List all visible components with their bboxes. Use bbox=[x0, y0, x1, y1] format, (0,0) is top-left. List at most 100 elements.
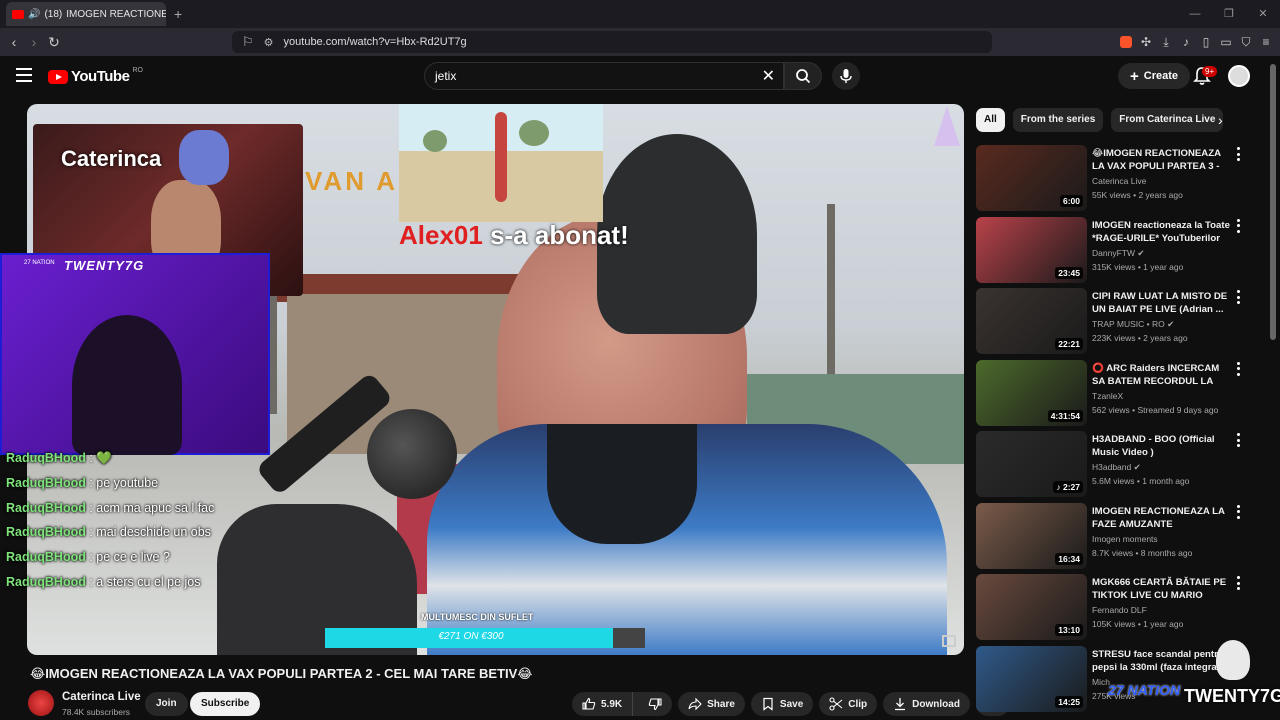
recommended-title[interactable]: H3ADBAND - BOO (Official Music Video ) bbox=[1092, 433, 1230, 459]
wallet-icon[interactable]: ▭ bbox=[1220, 35, 1232, 49]
forward-icon[interactable]: › bbox=[24, 34, 44, 50]
facecam-title: Caterinca bbox=[61, 146, 162, 171]
hamburger-menu-icon[interactable] bbox=[16, 68, 32, 82]
browser-tab[interactable]: 🔊 (18) IMOGEN REACTIONEA ✕ bbox=[6, 2, 166, 26]
donation-goal-title: MULTUMESC DIN SUFLET bbox=[421, 612, 534, 622]
like-button[interactable]: 5.9K bbox=[572, 692, 634, 716]
recommended-channel[interactable]: H3adband ✔ bbox=[1092, 462, 1141, 473]
save-label: Save bbox=[779, 698, 804, 710]
youtube-header: YouTube RO jetix ✕ + Create bbox=[0, 56, 1280, 98]
download-button[interactable]: Download bbox=[883, 692, 970, 716]
video-thumbnail[interactable]: 13:10 bbox=[976, 574, 1087, 640]
stream-chat-overlay: RaduqBHood : 💚 RaduqBHood : pe youtube R… bbox=[6, 451, 306, 600]
more-vertical-icon[interactable] bbox=[1234, 361, 1242, 376]
more-vertical-icon[interactable] bbox=[1234, 290, 1242, 304]
voice-search-button[interactable] bbox=[832, 62, 860, 90]
sidebar-icon[interactable]: ▯ bbox=[1200, 35, 1212, 49]
close-window-icon[interactable]: ✕ bbox=[1246, 0, 1280, 28]
channel-avatar[interactable] bbox=[28, 690, 54, 716]
recommended-title[interactable]: MGK666 CEARTĂ BĂTAIE PE TIKTOK LIVE CU M… bbox=[1092, 576, 1230, 602]
recommended-video[interactable]: ♪ 2:27 H3ADBAND - BOO (Official Music Vid… bbox=[976, 431, 1266, 503]
reload-icon[interactable]: ↻ bbox=[44, 34, 64, 51]
recommended-video[interactable]: 6:00 😂IMOGEN REACTIONEAZA LA VAX POPULI P… bbox=[976, 145, 1266, 217]
streamer-silhouette bbox=[72, 315, 182, 455]
recommended-video[interactable]: 4:31:54 ⭕ ARC Raiders INCERCAM SA BATEM R… bbox=[976, 359, 1266, 432]
recommended-channel[interactable]: Fernando DLF bbox=[1092, 605, 1147, 615]
recommended-video[interactable]: 13:10 MGK666 CEARTĂ BĂTAIE PE TIKTOK LIVE… bbox=[976, 574, 1266, 646]
recommended-video[interactable]: 22:21 CIPI RAW LUAT LA MISTO DE UN BAIAT … bbox=[976, 288, 1266, 360]
browser-tab-bar: 🔊 (18) IMOGEN REACTIONEA ✕ + — ❐ ✕ bbox=[0, 0, 1280, 28]
page-scrollbar[interactable] bbox=[1270, 64, 1276, 340]
recommended-channel[interactable]: Caterinca Live bbox=[1092, 176, 1146, 186]
recommended-title[interactable]: ⭕ ARC Raiders INCERCAM SA BATEM RECORDUL… bbox=[1092, 362, 1230, 388]
skull-logo-icon bbox=[1216, 640, 1250, 680]
create-button[interactable]: + Create bbox=[1118, 63, 1191, 89]
video-thumbnail[interactable]: 6:00 bbox=[976, 145, 1087, 211]
recommended-title[interactable]: CIPI RAW LUAT LA MISTO DE UN BAIAT PE LI… bbox=[1092, 290, 1230, 316]
save-button[interactable]: Save bbox=[750, 692, 814, 716]
clear-search-icon[interactable]: ✕ bbox=[762, 66, 775, 86]
shield-icon[interactable]: ⛉ bbox=[1240, 35, 1252, 50]
video-thumbnail[interactable]: 16:34 bbox=[976, 502, 1087, 569]
chip-from-channel[interactable]: From Caterinca Live bbox=[1111, 108, 1224, 132]
channel-name[interactable]: Caterinca Live bbox=[62, 691, 141, 703]
recommended-channel[interactable]: DannyFTW ✔ bbox=[1092, 248, 1144, 259]
thumbs-down-icon bbox=[648, 698, 662, 711]
more-vertical-icon[interactable] bbox=[1234, 218, 1242, 233]
join-button[interactable]: Join bbox=[145, 692, 188, 716]
more-vertical-icon[interactable] bbox=[1234, 504, 1242, 519]
chevron-right-icon[interactable]: › bbox=[1218, 112, 1223, 128]
video-thumbnail[interactable]: 22:21 bbox=[976, 288, 1087, 354]
video-duration: 23:45 bbox=[1055, 266, 1083, 279]
recommended-channel[interactable]: Imogen moments bbox=[1092, 534, 1158, 544]
search-input[interactable]: jetix ✕ bbox=[424, 62, 784, 90]
tab-count: (18) bbox=[44, 8, 63, 20]
video-thumbnail[interactable]: 23:45 bbox=[976, 216, 1087, 283]
youtube-play-icon bbox=[48, 69, 68, 84]
more-vertical-icon[interactable] bbox=[1234, 147, 1242, 161]
logo-text: YouTube bbox=[71, 68, 130, 85]
dislike-button[interactable] bbox=[638, 692, 672, 716]
subscribe-button[interactable]: Subscribe bbox=[190, 692, 261, 716]
create-label: Create bbox=[1143, 70, 1179, 82]
chip-all[interactable]: All bbox=[976, 108, 1005, 132]
recommended-title[interactable]: IMOGEN reactioneaza la Toate *RAGE-URILE… bbox=[1092, 219, 1230, 245]
maximize-icon[interactable]: ❐ bbox=[1212, 0, 1246, 28]
bookmark-icon[interactable]: ⚐ bbox=[242, 34, 254, 50]
clip-button[interactable]: Clip bbox=[819, 692, 878, 716]
share-button[interactable]: Share bbox=[678, 692, 745, 716]
recommended-meta: 5.6M views • 1 month ago bbox=[1092, 476, 1190, 486]
recommended-video[interactable]: 16:34 IMOGEN REACTIONEAZA LA FAZE AMUZANT… bbox=[976, 502, 1266, 575]
recommended-channel[interactable]: TzanleX bbox=[1092, 391, 1123, 401]
youtube-logo[interactable]: YouTube RO bbox=[48, 67, 143, 85]
back-icon[interactable]: ‹ bbox=[4, 34, 24, 50]
chip-from-series[interactable]: From the series bbox=[1012, 108, 1104, 132]
video-thumbnail[interactable]: 14:25 bbox=[976, 645, 1087, 712]
thumbs-up-icon bbox=[582, 697, 596, 710]
browser-menu-icon[interactable]: ≡ bbox=[1260, 35, 1272, 49]
channel-corner-logo bbox=[934, 106, 960, 146]
facecam-sub-brand: 27 NATION bbox=[24, 260, 55, 266]
recommended-video[interactable]: 23:45 IMOGEN reactioneaza la Toate *RAGE-… bbox=[976, 216, 1266, 289]
account-avatar[interactable] bbox=[1228, 65, 1250, 87]
extensions-icon[interactable]: ✣ bbox=[1140, 35, 1152, 49]
music-icon[interactable]: ♪ bbox=[1180, 35, 1192, 49]
more-vertical-icon[interactable] bbox=[1234, 433, 1242, 447]
search-button[interactable] bbox=[784, 62, 822, 90]
video-thumbnail[interactable]: 4:31:54 bbox=[976, 359, 1087, 426]
new-tab-icon[interactable]: + bbox=[174, 6, 182, 22]
site-info-icon[interactable]: ⚙ bbox=[264, 36, 274, 49]
chat-message: RaduqBHood : mai deschide un obs bbox=[6, 525, 211, 540]
chat-message: RaduqBHood : pe ce e live ? bbox=[6, 550, 170, 565]
recommended-title[interactable]: 😂IMOGEN REACTIONEAZA LA VAX POPULI PARTE… bbox=[1092, 147, 1230, 173]
url-field[interactable]: ⚐ ⚙ youtube.com/watch?v=Hbx-Rd2UT7g bbox=[232, 31, 992, 53]
video-thumbnail[interactable]: ♪ 2:27 bbox=[976, 431, 1087, 497]
recommended-channel[interactable]: TRAP MUSIC • RO ✔ bbox=[1092, 319, 1174, 330]
more-vertical-icon[interactable] bbox=[1234, 576, 1242, 590]
recommended-title[interactable]: IMOGEN REACTIONEAZA LA FAZE AMUZANTE bbox=[1092, 505, 1230, 531]
fullscreen-icon[interactable] bbox=[942, 635, 956, 647]
speaker-icon[interactable]: 🔊 bbox=[28, 9, 40, 20]
minimize-icon[interactable]: — bbox=[1178, 0, 1212, 28]
download-icon[interactable]: ⤓ bbox=[1160, 35, 1172, 50]
brave-shield-icon[interactable] bbox=[1120, 36, 1132, 48]
